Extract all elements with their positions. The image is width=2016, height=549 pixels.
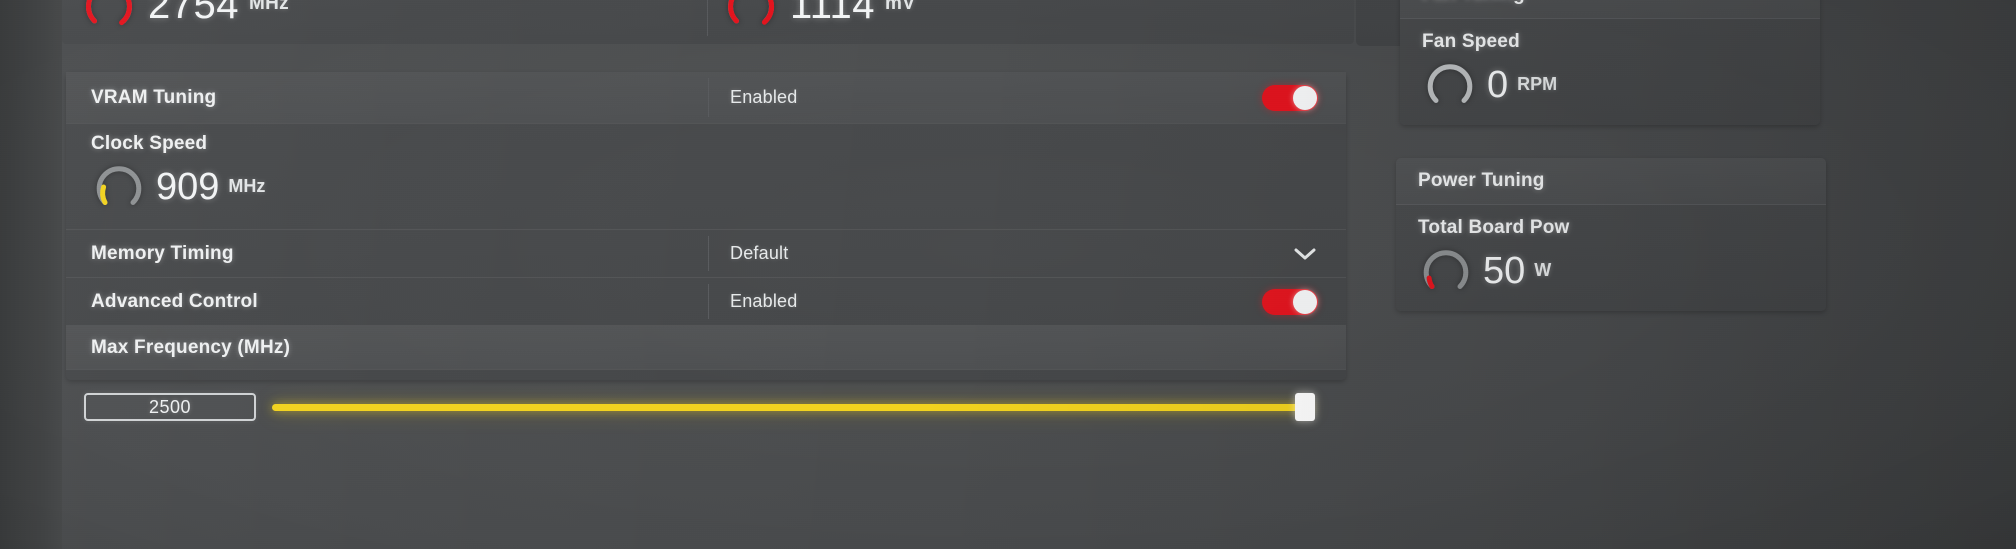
- advanced-control-toggle-cell[interactable]: [1262, 288, 1346, 315]
- clock-speed-value: 909: [156, 166, 220, 208]
- left-panel-edge: [0, 0, 62, 549]
- slider-track[interactable]: [272, 403, 1312, 411]
- fan-speed-block: Fan Speed 0 RPM: [1400, 19, 1820, 125]
- memory-timing-label: Memory Timing: [91, 242, 234, 264]
- gpu-clock-unit: MHz: [248, 0, 289, 14]
- vram-tuning-toggle-cell[interactable]: [1262, 84, 1346, 111]
- fan-speed-value: 0: [1487, 64, 1509, 106]
- gpu-voltage-unit: mV: [885, 0, 916, 14]
- clock-speed-unit: MHz: [228, 175, 266, 196]
- row-divider: [708, 236, 709, 271]
- toggle-knob: [1293, 85, 1317, 110]
- row-divider: [708, 78, 709, 117]
- fan-speed-unit: RPM: [1517, 73, 1558, 94]
- fan-tuning-panel: Fan Tuning Fan Speed 0 RPM: [1400, 0, 1820, 125]
- gpu-voltage-gauge-icon: [722, 0, 780, 34]
- total-board-power-unit: W: [1534, 259, 1552, 280]
- vram-tuning-state-label: Enabled: [730, 87, 798, 107]
- fan-speed-label: Fan Speed: [1422, 31, 1520, 52]
- memory-timing-row[interactable]: Memory Timing Default: [66, 230, 1346, 278]
- power-tuning-panel: Power Tuning Total Board Pow 50 W: [1396, 158, 1826, 311]
- total-board-power-block: Total Board Pow 50 W: [1396, 205, 1826, 311]
- total-board-power-gauge-icon: [1418, 243, 1474, 299]
- radeon-performance-tuning-screen: 2754 MHz 1114 mV VRAM Tuning Enabled Clo…: [0, 0, 2016, 549]
- memory-timing-value: Default: [730, 243, 789, 263]
- top-readout-strip: 2754 MHz 1114 mV: [62, 0, 1354, 44]
- max-frequency-value-input[interactable]: 2500: [84, 393, 256, 421]
- vram-tuning-label: VRAM Tuning: [91, 86, 217, 108]
- gpu-clock-value: 2754: [148, 0, 239, 27]
- memory-timing-dropdown[interactable]: [1292, 246, 1346, 262]
- advanced-control-row[interactable]: Advanced Control Enabled: [66, 278, 1346, 326]
- advanced-control-label: Advanced Control: [91, 290, 258, 312]
- advanced-control-state-label: Enabled: [730, 291, 798, 311]
- gpu-clock-gauge-icon: [80, 0, 138, 34]
- max-frequency-header-row: Max Frequency (MHz): [66, 326, 1346, 370]
- total-board-power-label: Total Board Pow: [1418, 217, 1570, 238]
- total-board-power-value: 50: [1483, 250, 1526, 292]
- fan-tuning-header[interactable]: Fan Tuning: [1400, 0, 1820, 19]
- max-frequency-slider-row[interactable]: 2500: [66, 370, 1346, 444]
- row-divider: [708, 284, 709, 319]
- total-board-power-reading: 50 W: [1418, 243, 1826, 299]
- vram-clock-speed-row: Clock Speed 909 MHz: [66, 124, 1346, 230]
- max-frequency-slider[interactable]: [272, 393, 1315, 421]
- max-frequency-label: Max Frequency (MHz): [91, 336, 291, 358]
- fan-speed-reading: 0 RPM: [1422, 57, 1820, 113]
- clock-speed-gauge-icon: [91, 159, 147, 215]
- clock-speed-reading: 909 MHz: [91, 159, 1346, 215]
- chevron-down-icon[interactable]: [1292, 246, 1318, 262]
- gpu-clock-readout: 2754 MHz: [80, 0, 289, 44]
- vram-tuning-card: VRAM Tuning Enabled Clock Speed 909 MHz …: [66, 72, 1346, 421]
- toggle-knob: [1293, 289, 1317, 314]
- gpu-voltage-readout: 1114 mV: [722, 0, 915, 44]
- power-tuning-header[interactable]: Power Tuning: [1396, 158, 1826, 205]
- vram-tuning-header-row[interactable]: VRAM Tuning Enabled: [66, 72, 1346, 124]
- fan-speed-gauge-icon: [1422, 57, 1478, 113]
- clock-speed-label: Clock Speed: [91, 133, 208, 154]
- readout-divider: [707, 0, 708, 36]
- slider-handle[interactable]: [1295, 393, 1315, 421]
- vram-tuning-toggle[interactable]: [1262, 84, 1318, 111]
- advanced-control-toggle[interactable]: [1262, 288, 1318, 315]
- gpu-voltage-value: 1114: [790, 0, 876, 27]
- right-panel-strip: Fan Tuning Fan Speed 0 RPM Power Tuning …: [1356, 0, 2016, 549]
